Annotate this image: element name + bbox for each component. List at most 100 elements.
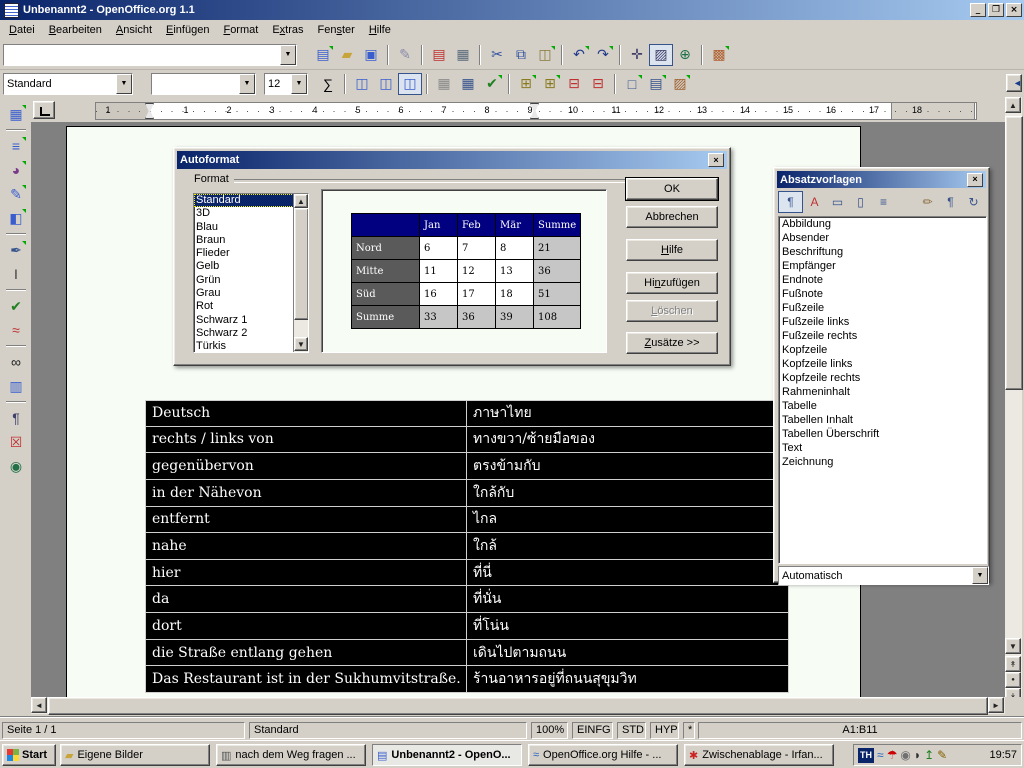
status-zoom[interactable]: 100% — [531, 722, 568, 739]
redo-icon[interactable]: ↷ — [591, 44, 615, 66]
export-pdf-icon[interactable]: ▤ — [427, 44, 451, 66]
table-autoformat-icon[interactable]: ✔ — [480, 73, 504, 95]
style-item[interactable]: Tabelle — [779, 399, 986, 413]
antivirus-icon[interactable]: ☂ — [887, 749, 898, 761]
help-button[interactable]: Hilfe — [626, 239, 718, 261]
borders-icon[interactable]: □ — [620, 73, 644, 95]
format-option[interactable]: Rot — [194, 300, 308, 313]
format-listbox[interactable]: Standard3DBlauBraunFliederGelbGrünGrauRo… — [193, 193, 309, 353]
vocab-cell-de[interactable]: da — [145, 586, 467, 613]
autospellcheck-icon[interactable]: ≈ — [4, 319, 28, 341]
url-combo-arrow-icon[interactable]: ▼ — [280, 45, 296, 65]
sum-icon[interactable]: ∑ — [316, 73, 340, 95]
tab-selector-button[interactable] — [33, 101, 55, 119]
format-option[interactable]: Schwarz 1 — [194, 314, 308, 327]
menu-ansicht[interactable]: Ansicht — [109, 22, 159, 38]
update-style-icon[interactable]: ↻ — [962, 192, 985, 212]
format-option[interactable]: Standard — [194, 194, 308, 207]
graphics-toggle-icon[interactable]: ☒ — [4, 431, 28, 453]
vocab-cell-de[interactable]: hier — [145, 560, 467, 587]
url-combo[interactable]: ▼ — [3, 44, 297, 66]
menu-fenster[interactable]: Fenster — [311, 22, 362, 38]
delete-row-icon[interactable]: ⊟ — [562, 73, 586, 95]
spellcheck-icon[interactable]: ✔ — [4, 295, 28, 317]
mouse-icon[interactable]: ◗ — [914, 749, 921, 761]
scroll-up-icon[interactable]: ▲ — [1005, 97, 1021, 113]
split-cells-icon[interactable]: ◫ — [374, 73, 398, 95]
vocab-cell-th[interactable]: ที่นี่ — [467, 560, 789, 587]
status-modified[interactable]: * — [683, 722, 695, 739]
paragraph-style-arrow-icon[interactable]: ▼ — [116, 74, 132, 94]
style-item[interactable]: Fußzeile links — [779, 315, 986, 329]
background-color-icon[interactable]: ▨ — [668, 73, 692, 95]
vocab-cell-de[interactable]: nahe — [145, 533, 467, 560]
merge-cells-icon[interactable]: ◫ — [350, 73, 374, 95]
page-styles-icon[interactable]: ▯ — [849, 192, 872, 212]
style-filter-combo[interactable]: ▼ — [778, 566, 989, 585]
list-scroll-thumb[interactable] — [294, 208, 309, 320]
split-cells-horizontal-icon[interactable]: ◫ — [398, 73, 422, 95]
print-icon[interactable]: ▦ — [451, 44, 475, 66]
style-listbox[interactable]: AbbildungAbsenderBeschriftungEmpfängerEn… — [778, 216, 987, 564]
style-item[interactable]: Fußzeile — [779, 301, 986, 315]
format-option[interactable]: Türkis — [194, 340, 308, 353]
vocab-cell-th[interactable]: ใกล้กับ — [467, 480, 789, 507]
style-item[interactable]: Rahmeninhalt — [779, 385, 986, 399]
vocab-cell-de[interactable]: in der Nähevon — [145, 480, 467, 507]
vocab-cell-th[interactable]: ที่นั่น — [467, 586, 789, 613]
save-icon[interactable]: ▣ — [359, 44, 383, 66]
taskbar-weg-fragen[interactable]: ▥nach dem Weg fragen ... — [216, 744, 366, 766]
autotext-icon[interactable]: ✒ — [4, 239, 28, 261]
cancel-button[interactable]: Abbrechen — [626, 206, 718, 228]
status-cell-reference[interactable]: A1:B11 — [698, 722, 1022, 739]
vocab-cell-th[interactable]: ใกล้ — [467, 533, 789, 560]
scroll-left-icon[interactable]: ◄ — [31, 697, 47, 713]
toolbar-collapse-icon[interactable]: ◄ — [1006, 74, 1022, 92]
navigation-dot-icon[interactable]: ● — [1005, 672, 1021, 688]
menu-einfgen[interactable]: Einfügen — [159, 22, 216, 38]
taskbar-zwischenablage[interactable]: ✱Zwischenablage - Irfan... — [684, 744, 834, 766]
status-insert-mode[interactable]: EINFG — [572, 722, 613, 739]
tablet-icon[interactable]: ✎ — [937, 749, 947, 761]
status-page-style[interactable]: Standard — [249, 722, 527, 739]
gallery-icon[interactable]: ⊕ — [673, 44, 697, 66]
insert-object-icon[interactable]: ◕ — [4, 159, 28, 181]
scroll-right-icon[interactable]: ► — [988, 697, 1004, 713]
format-option[interactable]: Flieder — [194, 247, 308, 260]
taskbar-oo-hilfe[interactable]: ≈OpenOffice.org Hilfe - ... — [528, 744, 678, 766]
add-button[interactable]: Hinzufügen — [626, 272, 718, 294]
style-item[interactable]: Kopfzeile — [779, 343, 986, 357]
paragraph-styles-icon[interactable]: ¶ — [778, 191, 803, 213]
vocab-cell-th[interactable]: ไกล — [467, 507, 789, 534]
stylist-titlebar[interactable]: Absatzvorlagen × — [777, 171, 986, 188]
nonprinting-characters-icon[interactable]: ¶ — [4, 407, 28, 429]
vocab-cell-th[interactable]: ร้านอาหารอยู่ที่ถนนสุขุมวิท — [467, 666, 789, 693]
insert-row-icon[interactable]: ⊞ — [514, 73, 538, 95]
character-styles-icon[interactable]: A — [803, 192, 826, 212]
style-filter-arrow-icon[interactable]: ▼ — [972, 567, 988, 584]
style-item[interactable]: Empfänger — [779, 259, 986, 273]
form-functions-icon[interactable]: ◧ — [4, 207, 28, 229]
vocab-cell-de[interactable]: Das Restaurant ist in der Sukhumvitstraß… — [145, 666, 467, 693]
style-item[interactable]: Fußzeile rechts — [779, 329, 986, 343]
format-option[interactable]: Gelb — [194, 260, 308, 273]
style-item[interactable]: Kopfzeile rechts — [779, 371, 986, 385]
font-name-combo[interactable]: ▼ — [151, 73, 256, 95]
insert-column-icon[interactable]: ⊞ — [538, 73, 562, 95]
border-style-icon[interactable]: ▤ — [644, 73, 668, 95]
vocab-cell-th[interactable]: ที่โน่น — [467, 613, 789, 640]
ruler-indent-marker[interactable] — [145, 103, 154, 119]
font-size-arrow-icon[interactable]: ▼ — [291, 74, 307, 94]
paragraph-style-input[interactable] — [4, 74, 116, 94]
vocab-cell-de[interactable]: entfernt — [145, 507, 467, 534]
cut-icon[interactable]: ✂ — [485, 44, 509, 66]
frame-styles-icon[interactable]: ▭ — [826, 192, 849, 212]
table-grid-icon[interactable]: ▦ — [456, 73, 480, 95]
font-name-input[interactable] — [152, 74, 239, 94]
style-item[interactable]: Zeichnung — [779, 455, 986, 469]
vocab-cell-de[interactable]: dort — [145, 613, 467, 640]
horizontal-scroll-thumb[interactable] — [48, 697, 988, 715]
menu-hilfe[interactable]: Hilfe — [362, 22, 398, 38]
draw-functions-icon[interactable]: ✎ — [4, 183, 28, 205]
menu-extras[interactable]: Extras — [265, 22, 310, 38]
